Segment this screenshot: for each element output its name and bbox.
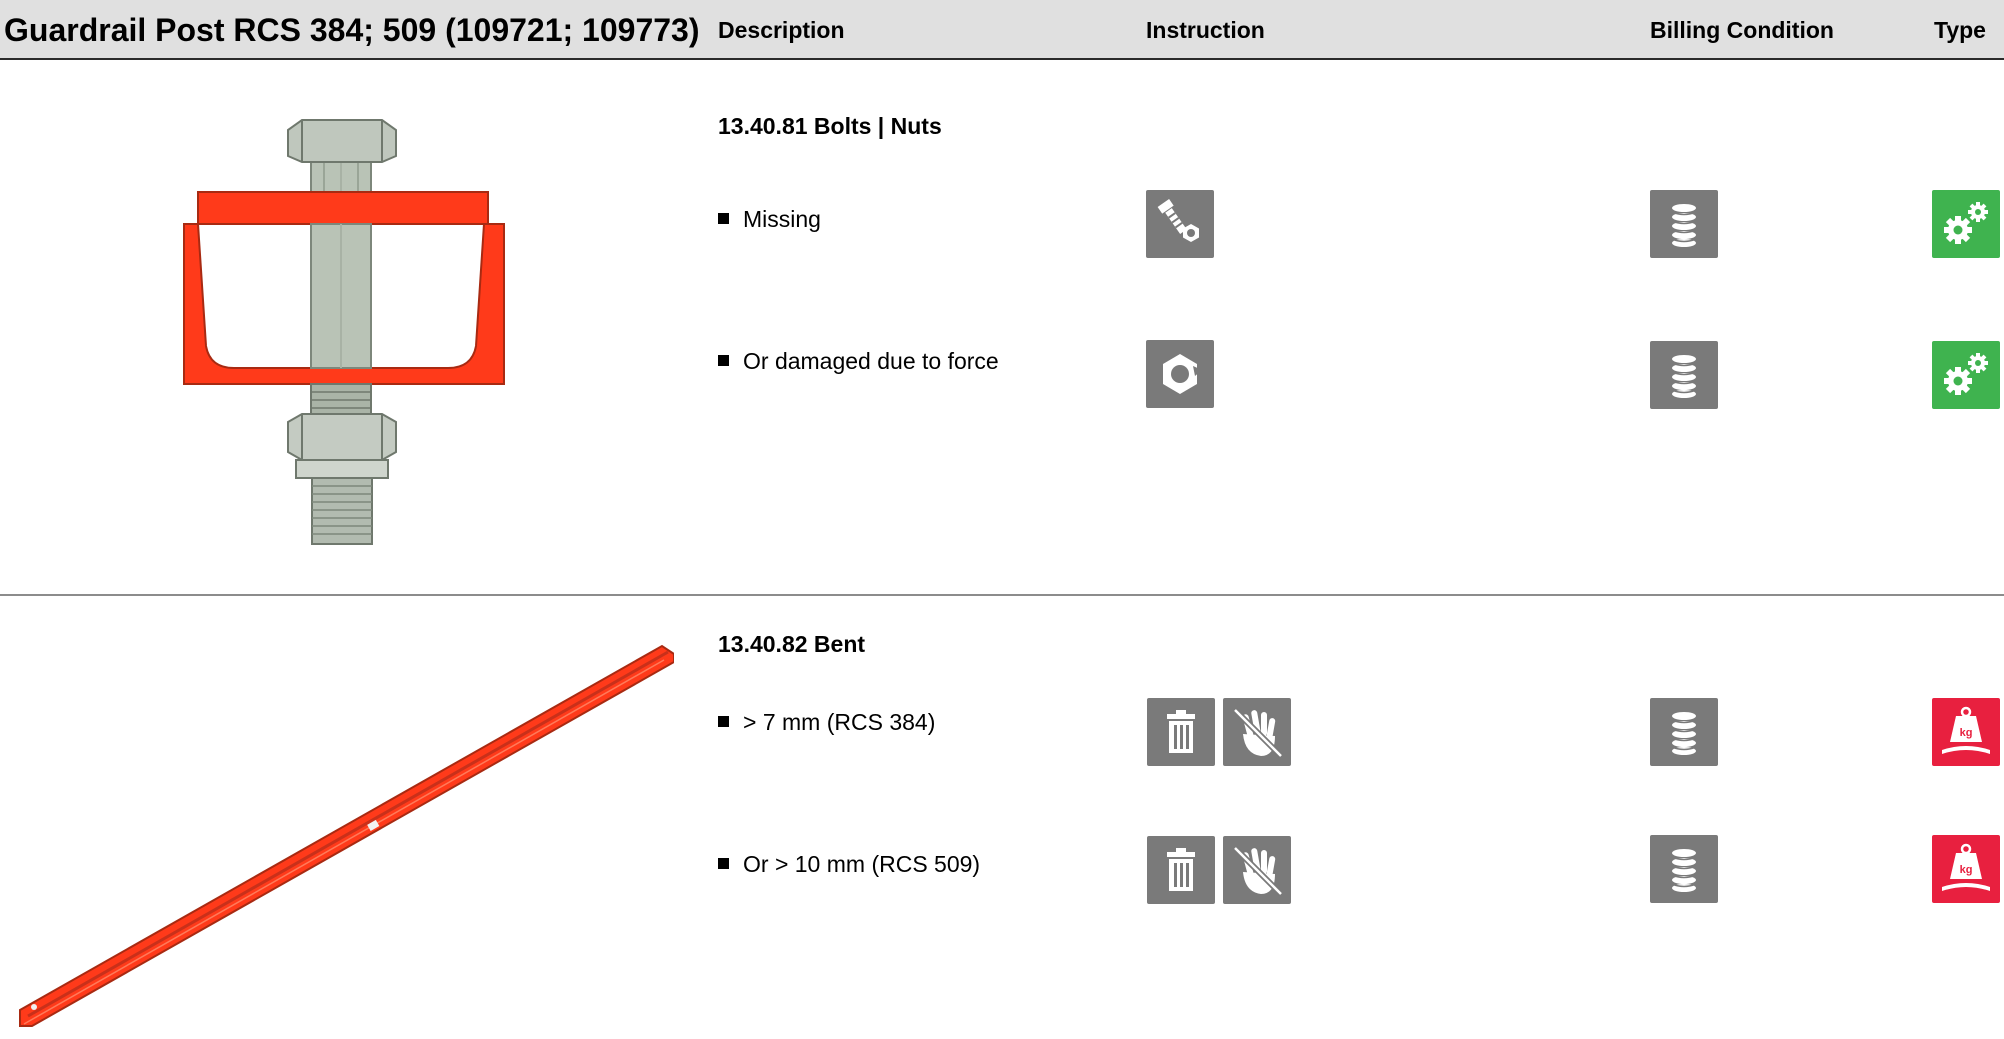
no-hand-icon (1223, 836, 1291, 904)
damaged-nut-icon (1146, 340, 1214, 408)
item-text: Or damaged due to force (743, 348, 999, 374)
list-item: > 7 mm (RCS 384) (718, 709, 935, 736)
coin-stack-icon (1650, 698, 1718, 766)
coin-stack-icon (1650, 835, 1718, 903)
weight-kg-icon: kg (1932, 698, 2000, 766)
column-header-billing-condition: Billing Condition (1650, 17, 1834, 43)
weight-kg-icon: kg (1932, 835, 2000, 903)
bolt-nut-icon (1146, 190, 1214, 258)
section-title-bent: 13.40.82 Bent (718, 631, 866, 657)
bolt-nut-illustration (176, 116, 508, 548)
column-header-instruction: Instruction (1146, 17, 1265, 43)
list-item: Or > 10 mm (RCS 509) (718, 851, 980, 878)
table-header: Guardrail Post RCS 384; 509 (109721; 109… (0, 0, 2004, 60)
bullet-marker (718, 355, 729, 366)
list-item: Or damaged due to force (718, 348, 999, 375)
item-text: Missing (743, 206, 821, 232)
list-item: Missing (718, 206, 821, 233)
bullet-marker (718, 716, 729, 727)
no-hand-icon (1223, 698, 1291, 766)
bent-profile-illustration (14, 636, 675, 1034)
trash-icon (1147, 698, 1215, 766)
section-divider (0, 594, 2004, 596)
column-header-type: Type (1934, 17, 1986, 43)
page-title: Guardrail Post RCS 384; 509 (109721; 109… (4, 12, 700, 48)
bullet-marker (718, 858, 729, 869)
gears-icon (1932, 190, 2000, 258)
coin-stack-icon (1650, 190, 1718, 258)
coin-stack-icon (1650, 341, 1718, 409)
trash-icon (1147, 836, 1215, 904)
section-title-bolts-nuts: 13.40.81 Bolts | Nuts (718, 113, 942, 139)
bullet-marker (718, 213, 729, 224)
item-text: > 7 mm (RCS 384) (743, 709, 936, 735)
gears-icon (1932, 341, 2000, 409)
item-text: Or > 10 mm (RCS 509) (743, 851, 981, 877)
weight-label: kg (1960, 864, 1973, 876)
column-header-description: Description (718, 17, 845, 43)
weight-label: kg (1960, 727, 1973, 739)
